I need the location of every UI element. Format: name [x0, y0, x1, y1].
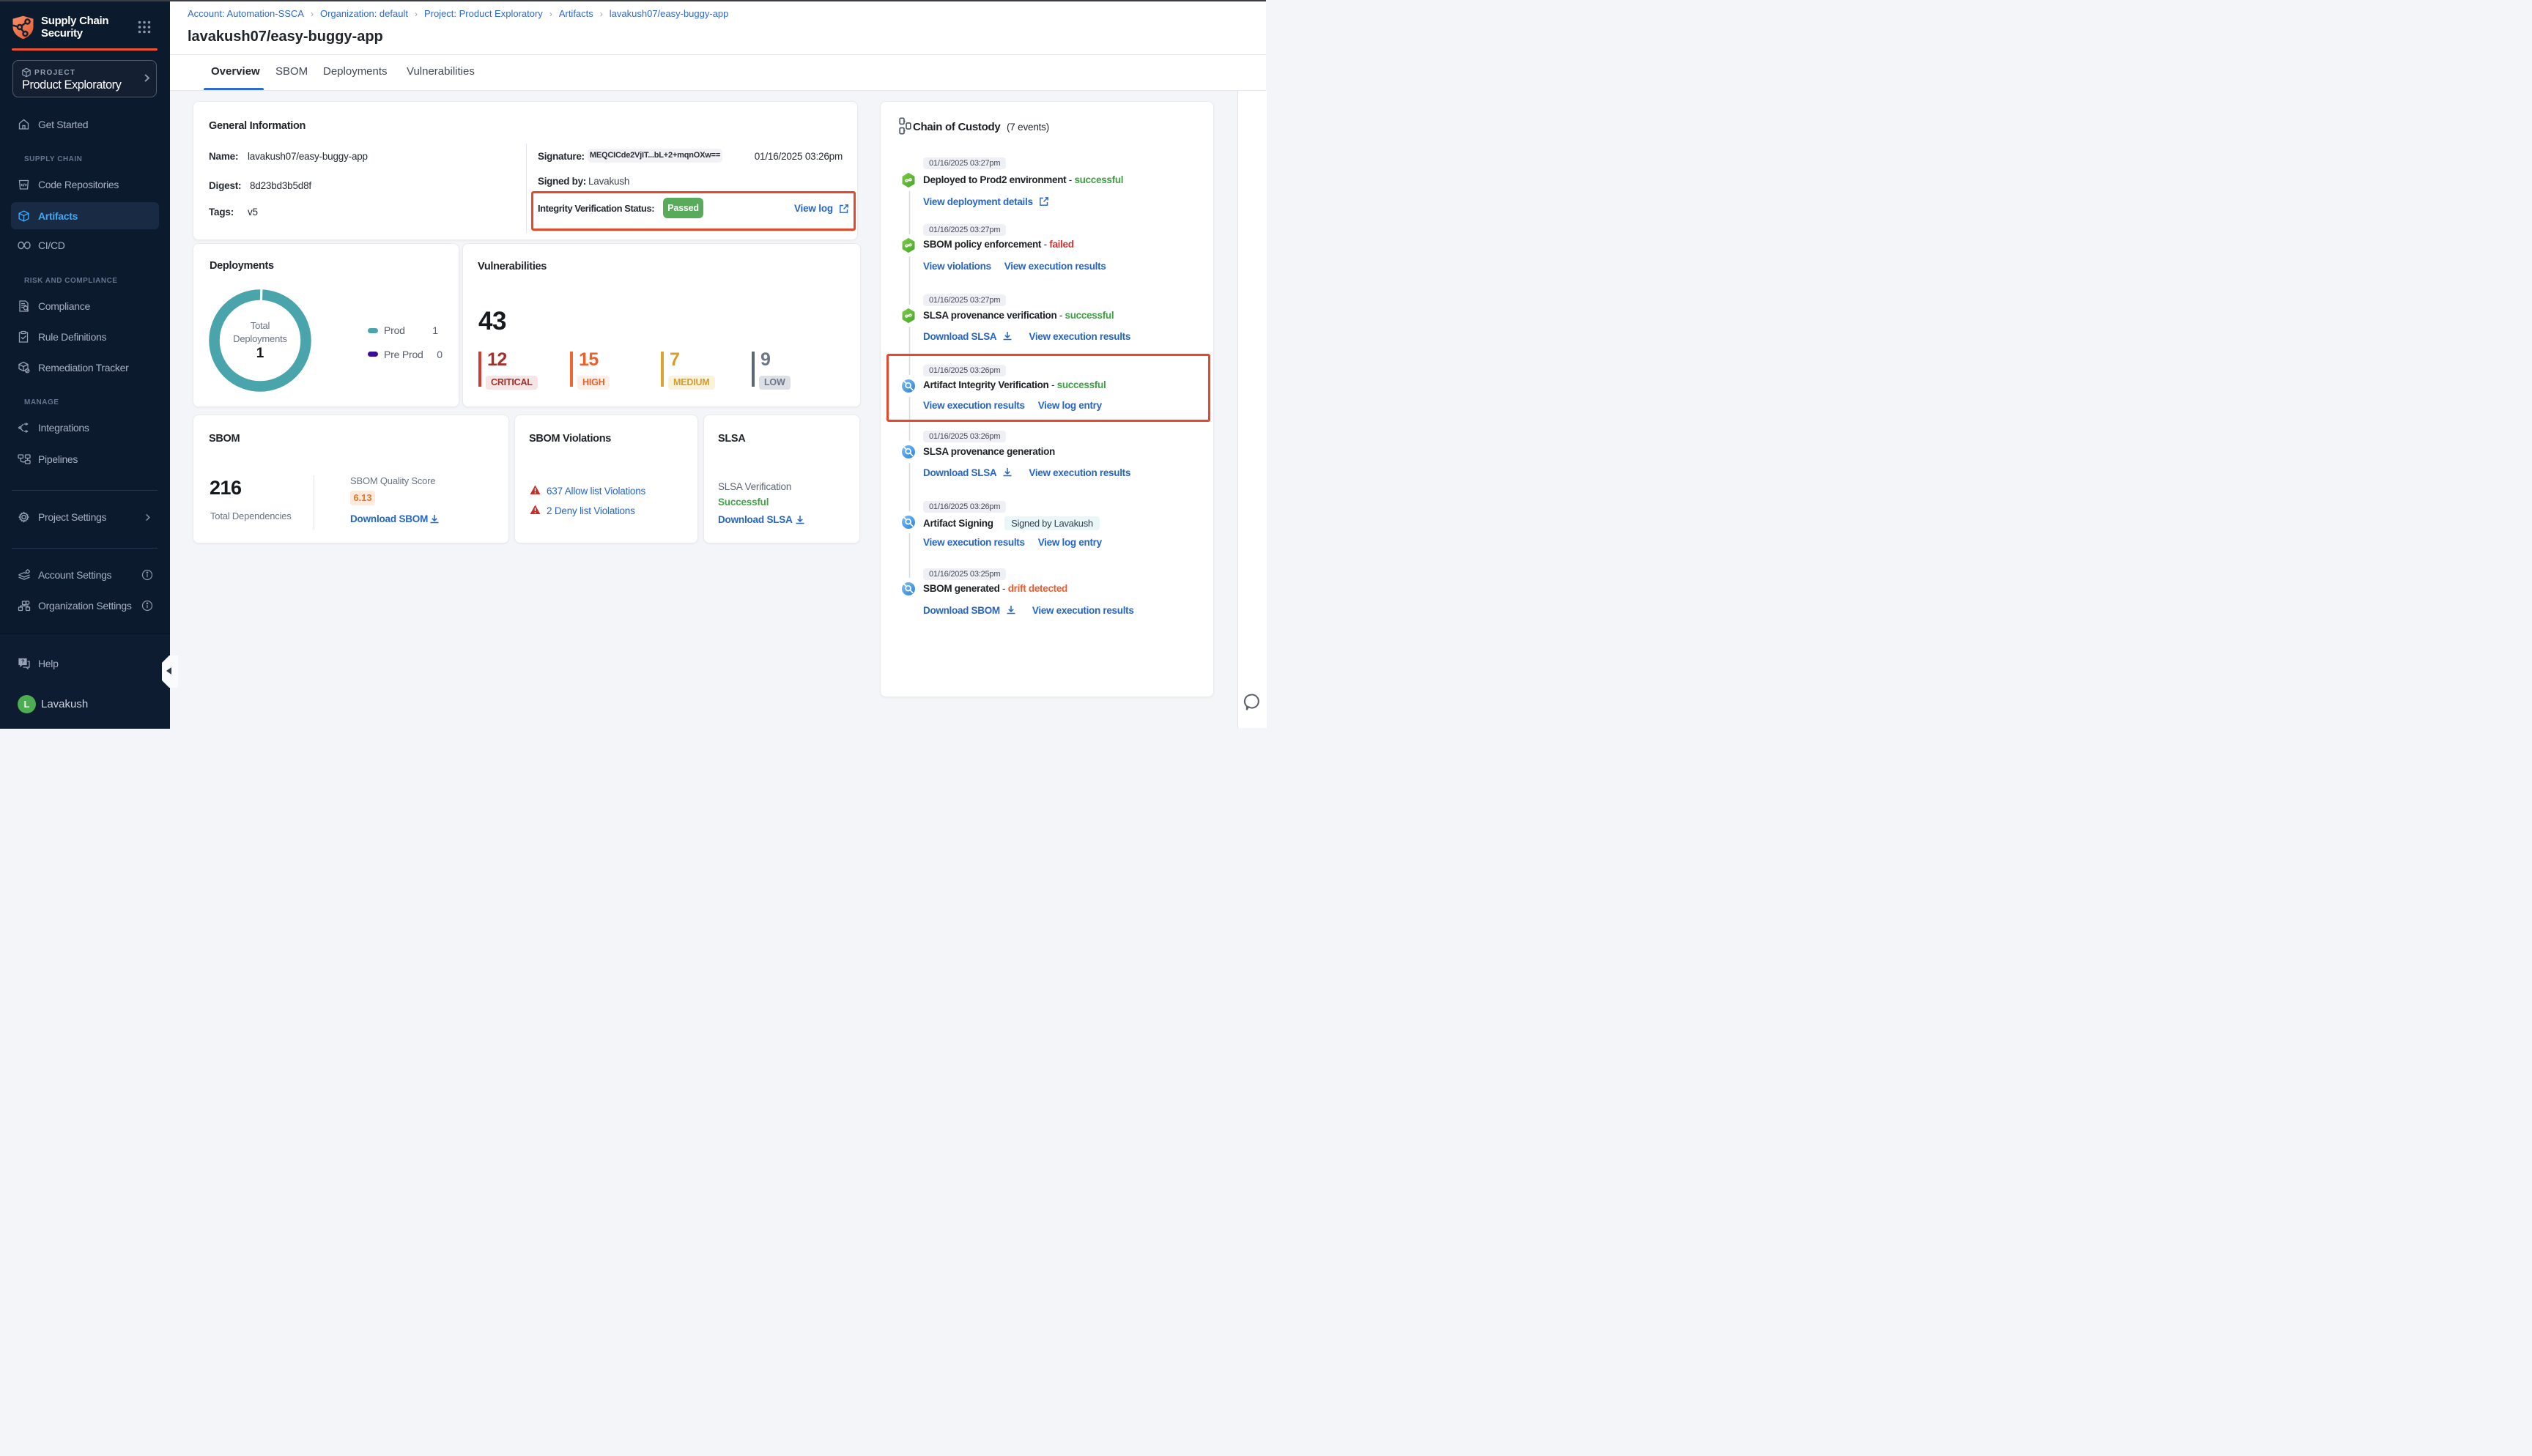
svg-text:?: ?: [21, 660, 24, 665]
